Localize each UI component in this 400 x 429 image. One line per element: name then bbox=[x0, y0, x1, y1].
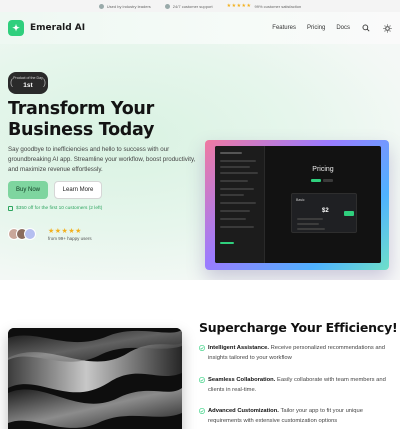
feature-item: Advanced Customization. Tailor your app … bbox=[199, 407, 394, 426]
announcement-item: Used by industry leaders bbox=[98, 3, 151, 9]
navbar: ✦ Emerald AI Features Pricing Docs bbox=[0, 12, 400, 44]
gift-icon bbox=[8, 206, 13, 211]
section-title: Supercharge Your Efficiency! bbox=[199, 320, 398, 335]
search-icon[interactable] bbox=[361, 23, 371, 33]
mockup-title: Pricing bbox=[312, 166, 334, 173]
star-icon: ★★★★★ bbox=[226, 3, 252, 9]
announcement-item: ★★★★★ 99% customer satisfaction bbox=[227, 3, 302, 9]
features-section: Supercharge Your Efficiency! Intelligent… bbox=[0, 280, 400, 429]
promo-note: $350 off for the first 10 customers (2 l… bbox=[8, 206, 102, 211]
rating: ★★★★★ from 99+ happy users bbox=[48, 227, 92, 241]
product-of-day-badge: ( Product of the Day 1st ) bbox=[8, 72, 48, 94]
feature-title: Advanced Customization. bbox=[208, 408, 281, 414]
abstract-wave-image bbox=[8, 328, 182, 429]
check-icon bbox=[199, 377, 205, 383]
headline-line: Transform Your bbox=[8, 99, 154, 119]
pricing-card: Basic $2 bbox=[291, 193, 357, 233]
laurel-icon: ( bbox=[10, 77, 13, 87]
app-screenshot: Pricing Basic $2 bbox=[205, 140, 389, 270]
announcement-bar: Used by industry leaders 24/7 customer s… bbox=[0, 0, 400, 12]
avatar bbox=[24, 228, 36, 240]
feature-title: Intelligent Assistance. bbox=[208, 345, 271, 351]
badge-rank: 1st bbox=[23, 82, 33, 89]
announcement-text: 99% customer satisfaction bbox=[254, 3, 302, 9]
rating-text: from 99+ happy users bbox=[48, 236, 92, 241]
pricing-card-price: $2 bbox=[322, 208, 329, 214]
check-icon bbox=[199, 345, 205, 351]
feature-item: Intelligent Assistance. Receive personal… bbox=[199, 344, 394, 363]
hero-section: ( Product of the Day 1st ) Transform You… bbox=[0, 44, 400, 280]
wave-graphic bbox=[8, 328, 182, 429]
sun-icon[interactable] bbox=[382, 23, 392, 33]
nav-link-pricing[interactable]: Pricing bbox=[307, 25, 325, 31]
pricing-card-button bbox=[344, 211, 354, 216]
promo-text: $350 off for the first 10 customers (2 l… bbox=[16, 206, 103, 211]
star-rating-icon: ★★★★★ bbox=[48, 228, 82, 235]
pricing-card-label: Basic bbox=[296, 198, 305, 202]
check-circle-icon bbox=[164, 3, 170, 9]
headline-line: Business Today bbox=[8, 120, 155, 140]
brand-name[interactable]: Emerald AI bbox=[30, 23, 85, 33]
hero-headline: Transform Your Business Today bbox=[8, 99, 154, 141]
feature-title: Seamless Collaboration. bbox=[208, 377, 277, 383]
check-circle-icon bbox=[98, 3, 104, 9]
nav-link-docs[interactable]: Docs bbox=[336, 25, 350, 31]
feature-item: Seamless Collaboration. Easily collabora… bbox=[199, 376, 394, 395]
badge-label: Product of the Day bbox=[13, 76, 43, 80]
announcement-text: 24/7 customer support bbox=[172, 3, 213, 9]
nav-links: Features Pricing Docs bbox=[272, 23, 392, 33]
app-sidebar bbox=[215, 146, 265, 263]
nav-link-features[interactable]: Features bbox=[272, 25, 296, 31]
app-screen: Pricing Basic $2 bbox=[215, 146, 381, 263]
user-avatars bbox=[8, 228, 36, 240]
logo-icon[interactable]: ✦ bbox=[8, 20, 24, 36]
check-icon bbox=[199, 408, 205, 414]
laurel-icon: ) bbox=[43, 77, 46, 87]
announcement-text: Used by industry leaders bbox=[106, 3, 151, 9]
announcement-item: 24/7 customer support bbox=[164, 3, 213, 9]
learn-more-button[interactable]: Learn More bbox=[54, 181, 102, 199]
buy-now-button[interactable]: Buy Now bbox=[8, 181, 48, 199]
hero-subtitle: Say goodbye to inefficiencies and hello … bbox=[8, 146, 196, 173]
